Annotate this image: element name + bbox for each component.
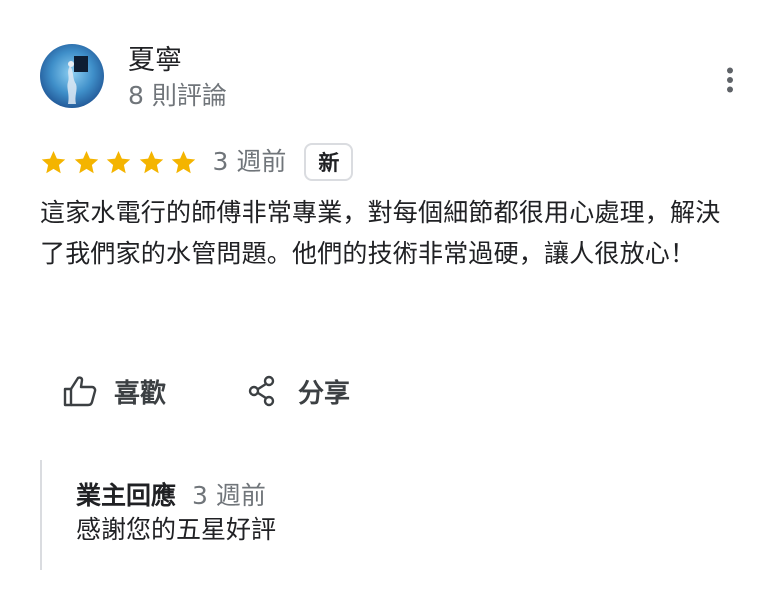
- owner-reply-date: 3 週前: [192, 481, 266, 510]
- review-date: 3 週前: [212, 147, 287, 176]
- avatar-photo: [40, 44, 104, 108]
- like-label: 喜歡: [114, 378, 167, 409]
- share-label: 分享: [298, 378, 351, 409]
- star-rating: [40, 149, 203, 176]
- owner-reply-text: 感謝您的五星好評: [76, 515, 277, 544]
- owner-reply: 業主回應 3 週前 感謝您的五星好評: [40, 460, 740, 570]
- reviewer-avatar[interactable]: [40, 44, 104, 108]
- star-icon: [41, 150, 66, 173]
- reviewer-name[interactable]: 夏寧: [128, 44, 182, 78]
- star-icon: [171, 150, 196, 173]
- share-button[interactable]: 分享: [244, 368, 350, 414]
- star-icon: [139, 150, 163, 173]
- star-icon: [106, 150, 131, 173]
- new-badge: 新: [304, 143, 354, 181]
- owner-reply-author: 業主回應: [76, 481, 177, 510]
- owner-reply-header: 業主回應 3 週前: [76, 476, 266, 512]
- reviewer-review-count: 8 則評論: [128, 81, 227, 110]
- more-vert-icon: [727, 67, 733, 93]
- share-icon: [244, 373, 280, 409]
- rating-row: 3 週前 新: [40, 142, 354, 182]
- more-options-button[interactable]: [712, 62, 748, 98]
- star-icon: [74, 150, 98, 173]
- like-button[interactable]: 喜歡: [62, 368, 166, 414]
- review-text: 這家水電行的師傅非常專業，對每個細節都很用心處理，解決了我們家的水管問題。他們的…: [40, 198, 721, 268]
- thumb-up-icon: [62, 373, 98, 409]
